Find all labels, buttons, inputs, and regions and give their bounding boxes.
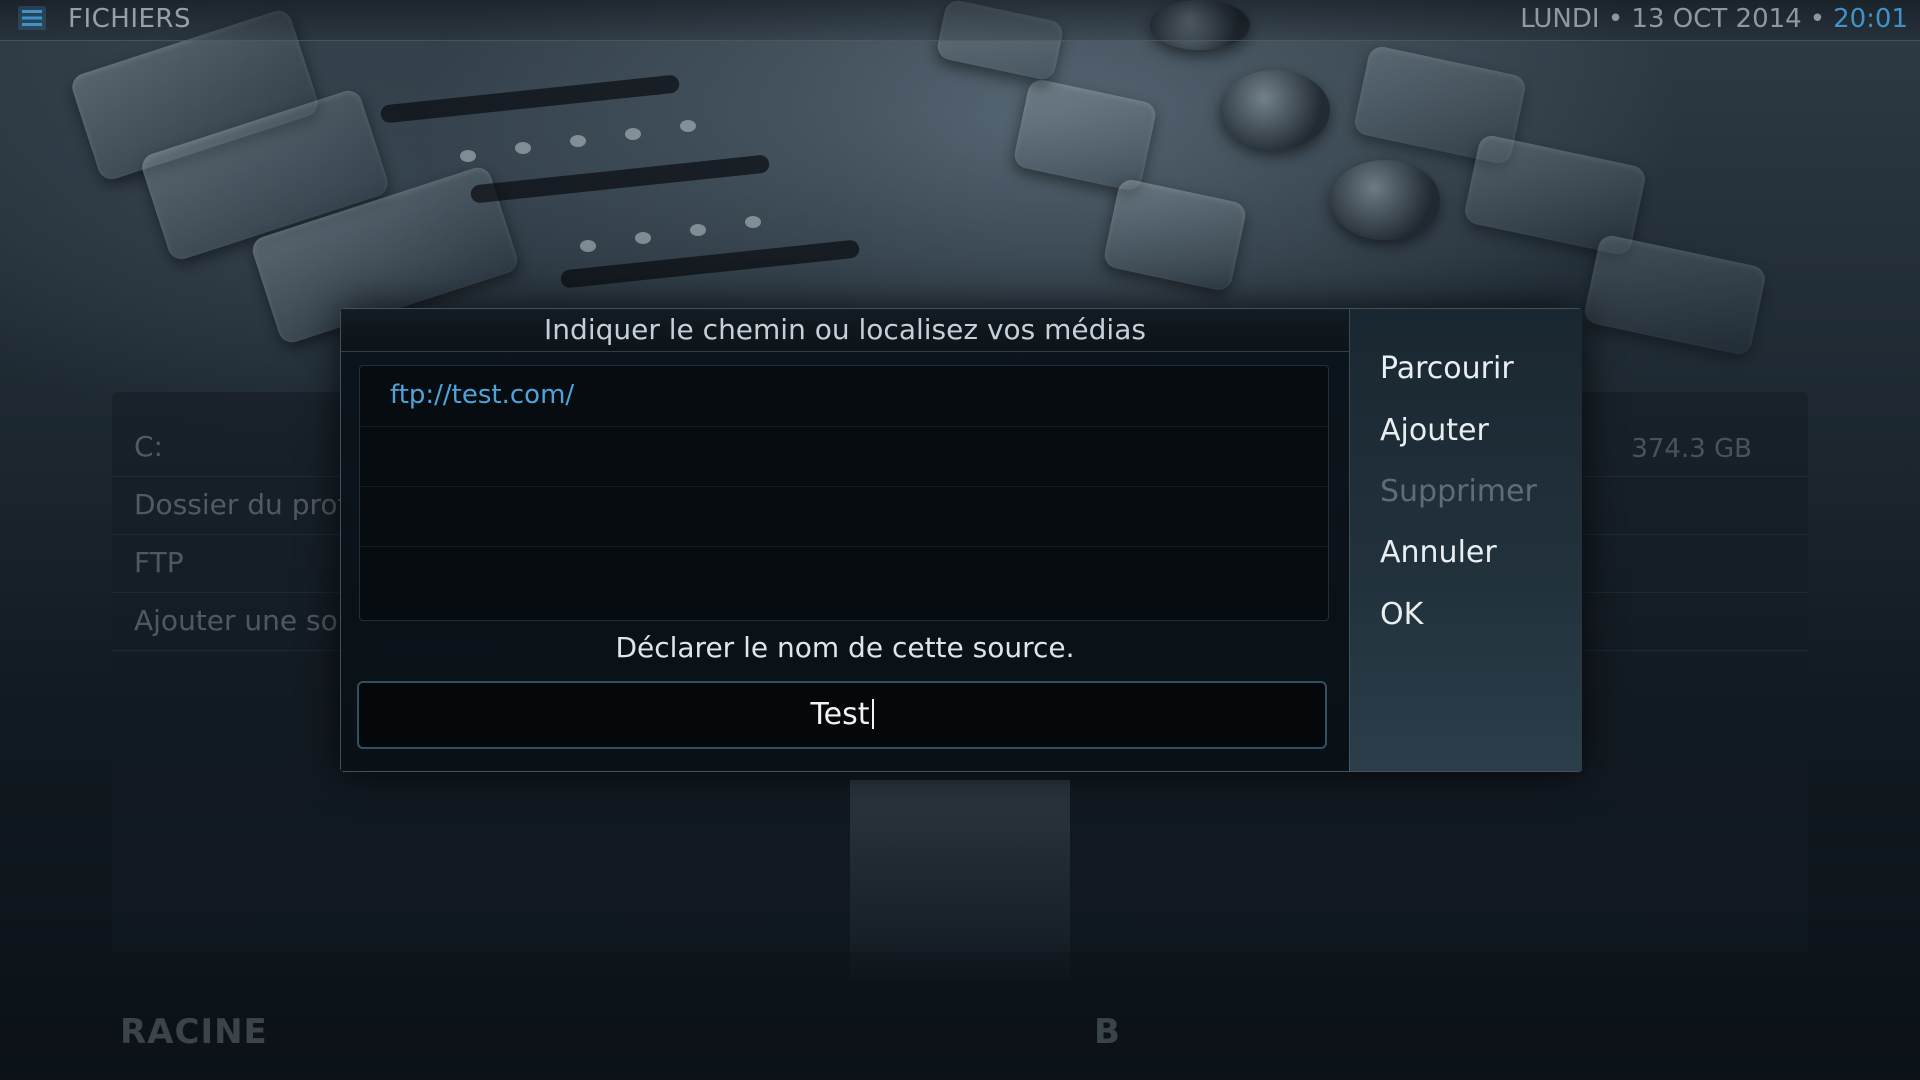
cancel-button[interactable]: Annuler [1380, 535, 1497, 570]
footer-path-label: RACINE [120, 1012, 268, 1052]
path-item[interactable]: ftp://test.com/ [390, 380, 574, 410]
dialog-header: Indiquer le chemin ou localisez vos médi… [341, 309, 1349, 352]
background-button [1102, 177, 1248, 293]
list-item[interactable]: Dossier du profi [134, 488, 355, 521]
drive-size: 374.3 GB [1631, 434, 1752, 464]
list-item[interactable]: C: [134, 430, 163, 463]
top-bar: FICHIERS LUNDI • 13 OCT 2014 • 20:01 [0, 0, 1920, 41]
hamburger-menu-icon[interactable] [18, 6, 46, 30]
background-light [850, 780, 1070, 980]
background-button [1012, 77, 1158, 193]
add-button[interactable]: Ajouter [1380, 413, 1489, 448]
clock-time: 20:01 [1833, 4, 1908, 34]
remove-button[interactable]: Supprimer [1380, 474, 1537, 509]
dialog-button-panel: Parcourir Ajouter Supprimer Annuler OK [1349, 309, 1582, 771]
background-led [625, 128, 641, 140]
browse-button[interactable]: Parcourir [1380, 351, 1514, 386]
background-led [690, 224, 706, 236]
screen: FICHIERS LUNDI • 13 OCT 2014 • 20:01 C: Do… [0, 0, 1920, 1080]
source-name-label: Déclarer le nom de cette source. [615, 631, 1075, 664]
background-knob [1330, 160, 1440, 240]
ok-button[interactable]: OK [1380, 597, 1423, 632]
text-caret [871, 699, 874, 729]
source-name-value: Test [810, 697, 870, 732]
source-name-input[interactable]: Test [357, 681, 1327, 749]
background-led [580, 240, 596, 252]
list-item[interactable]: Ajouter une sou [134, 604, 356, 637]
background-led [515, 142, 531, 154]
background-fader-slot [559, 239, 861, 289]
background-led [635, 232, 651, 244]
separator: • [1809, 4, 1826, 34]
background-led [745, 216, 761, 228]
background-fader-slot [379, 74, 681, 124]
background-led [460, 150, 476, 162]
path-row-empty[interactable] [360, 486, 1328, 547]
background-knob [1220, 70, 1330, 150]
dialog-title: Indiquer le chemin ou localisez vos médi… [544, 313, 1146, 346]
path-row-empty[interactable] [360, 426, 1328, 487]
dialog-content: Indiquer le chemin ou localisez vos médi… [341, 309, 1349, 771]
date-time: LUNDI • 13 OCT 2014 • 20:01 [1520, 4, 1908, 34]
date-label: LUNDI • 13 OCT 2014 [1520, 4, 1802, 34]
background-led [570, 135, 586, 147]
background-led [680, 120, 696, 132]
path-row-empty[interactable] [360, 546, 1328, 606]
path-row[interactable]: ftp://test.com/ [360, 366, 1328, 427]
page-title: FICHIERS [68, 4, 191, 34]
add-source-dialog: Indiquer le chemin ou localisez vos médi… [340, 308, 1582, 772]
background-pad [1582, 233, 1768, 357]
footer-letter: B [1094, 1012, 1120, 1052]
source-path-list[interactable]: ftp://test.com/ [359, 365, 1329, 621]
list-item[interactable]: FTP [134, 546, 184, 579]
source-name-field[interactable]: Test [359, 697, 1325, 732]
background-fader-slot [469, 154, 771, 204]
